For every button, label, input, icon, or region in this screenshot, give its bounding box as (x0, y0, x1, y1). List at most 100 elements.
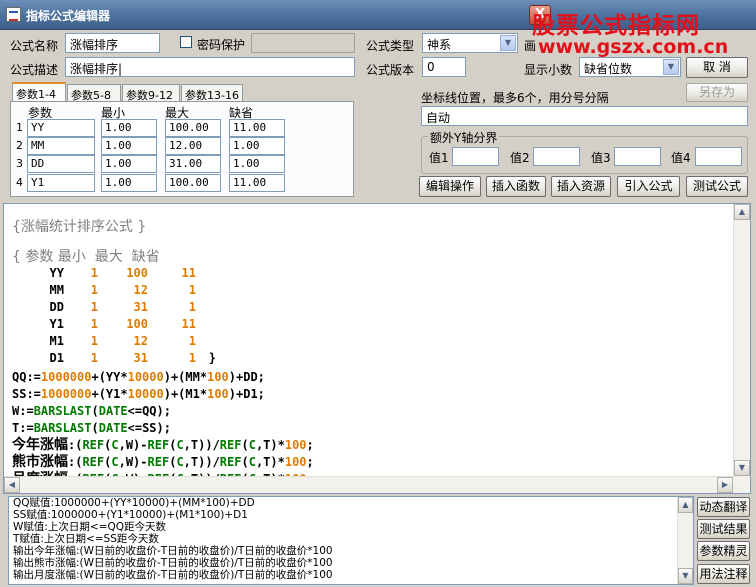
watermark-title: 股票公式指标网 (532, 13, 700, 39)
test-result-button[interactable]: 测试结果 (697, 519, 750, 539)
param-min-input[interactable]: 1.00 (101, 137, 157, 155)
code-param-title: { 参数 最小 最大 缺省 (12, 249, 160, 265)
tab-params-5-8[interactable]: 参数5-8 (67, 84, 121, 102)
watermark-url: www.gszx.com.cn (538, 36, 729, 58)
code-param-row: DD 1 31 1 (49, 300, 196, 314)
code-line-w: W:=BARSLAST(DATE<=QQ); (12, 404, 171, 418)
param-max-input[interactable]: 31.00 (165, 155, 221, 173)
window-title: 指标公式编辑器 (26, 9, 111, 23)
y-value-3-input[interactable] (614, 147, 661, 166)
usage-notes-button[interactable]: 用法注释 (697, 564, 750, 584)
y-axis-group: 额外Y轴分界 值1 值2 值3 值4 (421, 129, 748, 174)
param-name-input[interactable]: YY (27, 119, 95, 137)
param-wizard-button[interactable]: 参数精灵 (697, 541, 750, 561)
decimal-label: 显示小数 (524, 63, 573, 77)
name-input[interactable]: 涨幅排序 (65, 33, 160, 53)
param-panel: 参数 最小 最大 缺省 1 YY 1.00 100.00 11.00 2 MM … (10, 101, 354, 197)
param-max-input[interactable]: 100.00 (165, 119, 221, 137)
output-line: SS赋值:1000000+(Y1*10000)+(M1*100)+D1 (13, 509, 248, 521)
editor-vertical-scrollbar[interactable]: ▲ ▼ (733, 204, 750, 493)
tab-params-1-4[interactable]: 参数1-4 (12, 82, 66, 102)
insert-resource-button[interactable]: 插入资源 (551, 176, 611, 197)
cancel-button[interactable]: 取 消 (686, 57, 748, 78)
param-min-input[interactable]: 1.00 (101, 174, 157, 192)
code-comment-header: {涨幅统计排序公式 } (12, 219, 147, 235)
type-select[interactable]: 神系 ▼ (422, 33, 518, 53)
code-line-year: 今年涨幅:(REF(C,W)-REF(C,T))/REF(C,T)*100; (12, 437, 314, 453)
type-label: 公式类型 (366, 39, 415, 53)
param-default-input[interactable]: 11.00 (229, 119, 285, 137)
output-line: 输出月度涨幅:(W日前的收盘价-T日前的收盘价)/T日前的收盘价*100 (13, 569, 333, 581)
scroll-left-icon[interactable]: ◀ (4, 477, 20, 493)
code-param-row: M1 1 12 1 (49, 334, 196, 348)
partial-label: 画 (524, 39, 537, 53)
editor-horizontal-scrollbar[interactable]: ◀ ▶ (4, 476, 734, 493)
tab-params-13-16[interactable]: 参数13-16 (181, 84, 243, 102)
param-max-input[interactable]: 100.00 (165, 174, 221, 192)
scroll-up-icon[interactable]: ▲ (678, 497, 693, 513)
param-name-input[interactable]: Y1 (27, 174, 95, 192)
chevron-down-icon: ▼ (663, 59, 679, 75)
code-line-qq: QQ:=1000000+(YY*10000)+(MM*100)+DD; (12, 370, 265, 384)
scroll-right-icon[interactable]: ▶ (717, 477, 733, 493)
output-line: 输出熊市涨幅:(W日前的收盘价-T日前的收盘价)/T日前的收盘价*100 (13, 557, 333, 569)
edit-ops-button[interactable]: 编辑操作 (419, 176, 481, 197)
code-param-row: MM 1 12 1 (49, 283, 196, 297)
param-default-input[interactable]: 1.00 (229, 137, 285, 155)
code-param-row: D1 1 31 1} (49, 351, 216, 365)
param-row-number: 4 (16, 176, 23, 189)
param-default-input[interactable]: 1.00 (229, 155, 285, 173)
save-as-button[interactable]: 另存为 (686, 83, 748, 102)
version-label: 公式版本 (366, 63, 415, 77)
output-line: W赋值:上次日期<=QQ距今天数 (13, 521, 167, 533)
y-value-2-label: 值2 (510, 151, 530, 165)
output-line: QQ赋值:1000000+(YY*10000)+(MM*100)+DD (13, 497, 255, 509)
decimal-select[interactable]: 缺省位数 ▼ (579, 57, 681, 77)
code-line-t: T:=BARSLAST(DATE<=SS); (12, 421, 171, 435)
y-value-3-label: 值3 (591, 151, 611, 165)
password-label: 密码保护 (197, 38, 246, 52)
param-max-input[interactable]: 12.00 (165, 137, 221, 155)
y-value-1-label: 值1 (429, 151, 449, 165)
axis-label: 坐标线位置，最多6个，用分号分隔 (421, 91, 609, 105)
code-line-ss: SS:=1000000+(Y1*10000)+(M1*100)+D1; (12, 387, 265, 401)
param-row-number: 2 (16, 139, 23, 152)
param-name-input[interactable]: DD (27, 155, 95, 173)
code-editor[interactable]: {涨幅统计排序公式 } { 参数 最小 最大 缺省 YY 1 100 11 MM 1 12… (3, 203, 751, 494)
code-param-row: Y1 1 100 11 (49, 317, 196, 331)
param-row-number: 3 (16, 157, 23, 170)
version-input[interactable]: 0 (422, 57, 466, 77)
password-input (251, 33, 355, 53)
desc-label: 公式描述 (10, 63, 59, 77)
y-axis-group-title: 额外Y轴分界 (428, 129, 500, 146)
axis-input[interactable]: 自动 (421, 106, 748, 126)
scroll-down-icon[interactable]: ▼ (734, 460, 750, 476)
param-min-input[interactable]: 1.00 (101, 119, 157, 137)
y-value-2-input[interactable] (533, 147, 580, 166)
output-line: 输出今年涨幅:(W日前的收盘价-T日前的收盘价)/T日前的收盘价*100 (13, 545, 333, 557)
output-scrollbar[interactable]: ▲ ▼ (677, 497, 693, 584)
translation-output[interactable]: QQ赋值:1000000+(YY*10000)+(MM*100)+DD SS赋值… (8, 496, 694, 585)
param-default-input[interactable]: 11.00 (229, 174, 285, 192)
param-min-input[interactable]: 1.00 (101, 155, 157, 173)
password-checkbox[interactable] (180, 36, 192, 48)
tab-params-9-12[interactable]: 参数9-12 (122, 84, 180, 102)
test-formula-button[interactable]: 测试公式 (686, 176, 748, 197)
output-line: T赋值:上次日期<=SS距今天数 (13, 533, 159, 545)
param-row-number: 1 (16, 121, 23, 134)
code-line-bear: 熊市涨幅:(REF(C,W)-REF(C,T))/REF(C,T)*100; (12, 454, 314, 470)
y-value-1-input[interactable] (452, 147, 499, 166)
y-value-4-input[interactable] (695, 147, 742, 166)
dynamic-translate-button[interactable]: 动态翻译 (697, 497, 750, 517)
insert-function-button[interactable]: 插入函数 (486, 176, 546, 197)
param-name-input[interactable]: MM (27, 137, 95, 155)
desc-input[interactable]: 涨幅排序| (65, 57, 355, 77)
type-value: 神系 (427, 38, 452, 52)
y-value-4-label: 值4 (671, 151, 691, 165)
code-param-row: YY 1 100 11 (49, 266, 196, 280)
scroll-down-icon[interactable]: ▼ (678, 568, 693, 584)
scroll-up-icon[interactable]: ▲ (734, 204, 750, 220)
chevron-down-icon: ▼ (500, 35, 516, 51)
decimal-value: 缺省位数 (584, 62, 633, 76)
import-formula-button[interactable]: 引入公式 (617, 176, 680, 197)
